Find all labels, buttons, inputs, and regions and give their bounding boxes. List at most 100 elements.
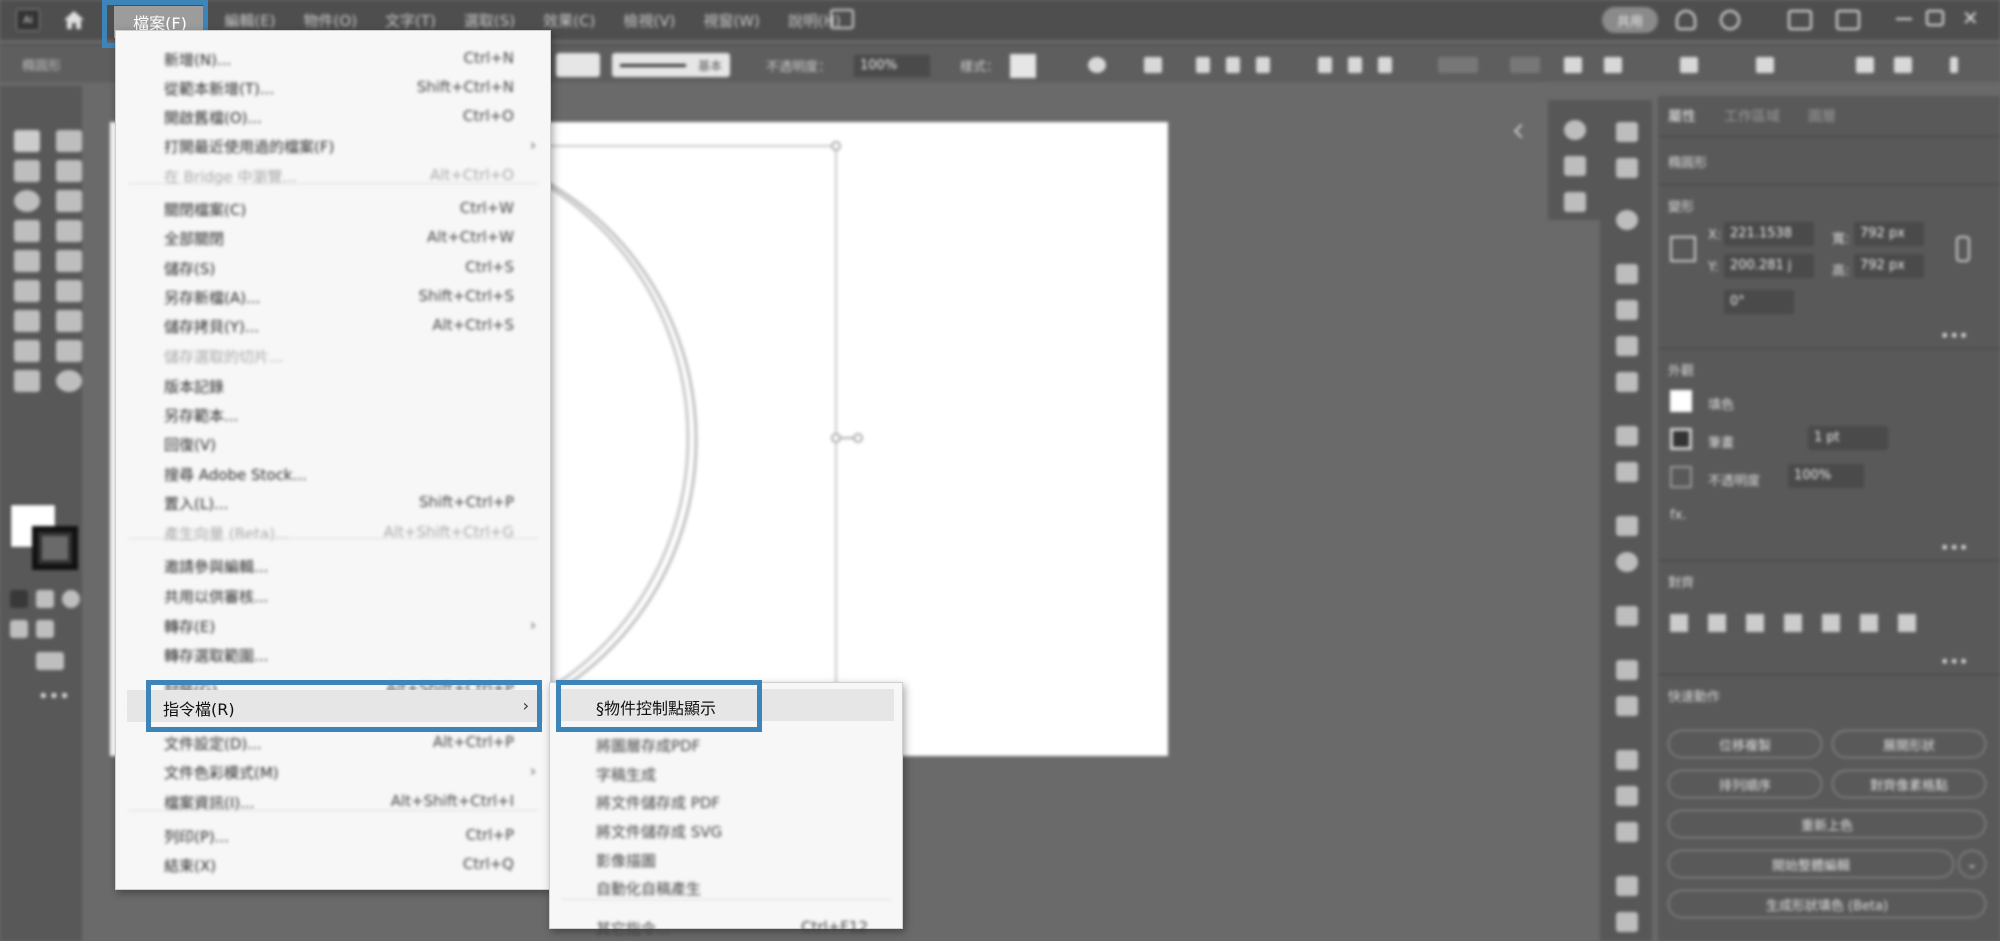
color-mode-icon[interactable] — [10, 590, 28, 608]
gradient-mode-icon[interactable] — [36, 590, 54, 608]
file-menu-item[interactable]: 新增(N)... Ctrl+N — [116, 44, 550, 73]
arrange-icon[interactable] — [1856, 57, 1874, 73]
share-button[interactable]: 共用 — [1602, 7, 1658, 33]
close-icon[interactable]: ✕ — [1962, 6, 1979, 30]
expand-shape-button[interactable]: 展開形狀 — [1832, 730, 1986, 758]
global-edit-options-button[interactable]: ⌄ — [1958, 850, 1986, 878]
opacity-input[interactable]: 100% — [854, 55, 930, 77]
submenu-item[interactable]: 字稿生成 — [550, 759, 902, 787]
file-menu-item[interactable]: 列印(P)... Ctrl+P — [116, 821, 550, 850]
tab-layers[interactable]: 圖層 — [1808, 106, 1836, 126]
submenu-item[interactable]: 將圖層存成PDF — [550, 730, 902, 758]
constrain-proportions-icon[interactable] — [1956, 236, 1970, 262]
file-menu-item[interactable]: 置入(L)... Shift+Ctrl+P — [116, 488, 550, 517]
stroke-swatch[interactable] — [32, 526, 78, 570]
appearance-panel-icon[interactable] — [1616, 552, 1638, 572]
glyphs-panel-icon[interactable] — [1616, 372, 1638, 392]
file-menu-item[interactable]: 版本記錄 — [116, 371, 550, 400]
fill-color-swatch[interactable] — [1670, 390, 1692, 412]
symbols-panel-icon[interactable] — [1616, 822, 1638, 842]
effects-label[interactable]: fx. — [1670, 508, 1686, 523]
pathfinder-panel-icon[interactable] — [1616, 696, 1638, 716]
submenu-item[interactable]: 自動化自稿產生 — [550, 873, 902, 901]
offset-path-button[interactable]: 位移複製 — [1668, 730, 1822, 758]
align-left-icon[interactable] — [1708, 614, 1726, 632]
menu-effect[interactable]: 效果(C) — [543, 10, 595, 31]
shape-builder-tool-icon[interactable] — [14, 340, 40, 362]
eyedropper-tool-icon[interactable] — [56, 280, 82, 302]
align-to-pixel-grid-button[interactable]: 對齊像素格點 — [1832, 770, 1986, 798]
panels-icon[interactable] — [1836, 10, 1860, 30]
panel-menu-icon[interactable] — [1950, 57, 1958, 73]
align-to-icon[interactable] — [1670, 614, 1688, 632]
menu-object[interactable]: 物件(O) — [304, 10, 358, 31]
height-input[interactable]: 792 px — [1854, 254, 1924, 278]
align-right-icon[interactable] — [1784, 614, 1802, 632]
minimize-icon[interactable] — [1896, 18, 1912, 20]
file-menu-item[interactable]: 另存新檔(A)... Shift+Ctrl+S — [116, 282, 550, 311]
file-menu-item[interactable]: 儲存(S) Ctrl+S — [116, 253, 550, 282]
crop-icon[interactable] — [1756, 57, 1774, 73]
submenu-item[interactable]: 將文件儲存成 SVG — [550, 816, 902, 844]
file-menu-item[interactable]: 搜尋 Adobe Stock... — [116, 459, 550, 488]
graphic-style-swatch[interactable] — [1010, 54, 1036, 78]
file-menu-item[interactable]: 關閉檔案(C) Ctrl+W — [116, 194, 550, 223]
paintbrush-tool-icon[interactable] — [56, 190, 82, 212]
artboard-tool-icon[interactable] — [56, 340, 82, 362]
align-hcenter-icon[interactable] — [1746, 614, 1764, 632]
align-vcenter-icon[interactable] — [1860, 614, 1878, 632]
width-input[interactable]: 792 px — [1854, 222, 1924, 246]
rotate-angle-input[interactable]: 0° — [1724, 290, 1794, 314]
align-to-icon[interactable] — [1144, 57, 1162, 73]
submenu-item[interactable]: 影像描圖 — [550, 845, 902, 873]
stroke-panel-icon[interactable] — [1616, 876, 1638, 896]
align-panel-icon[interactable] — [1616, 660, 1638, 680]
align-left-icon[interactable] — [1196, 57, 1210, 73]
home-icon[interactable] — [62, 9, 86, 31]
more-align-icon[interactable]: ••• — [1940, 652, 1968, 671]
menu-select[interactable]: 選取(S) — [464, 10, 515, 31]
tab-artboards[interactable]: 工作區域 — [1724, 106, 1780, 126]
gradient-panel-icon[interactable] — [1616, 912, 1638, 932]
pen-tool-icon[interactable] — [14, 160, 40, 182]
file-menu-item[interactable]: 轉存(E) › — [116, 611, 550, 640]
file-menu-item[interactable]: 文件色彩模式(M) › — [116, 757, 550, 786]
menu-window[interactable]: 視窗(W) — [703, 10, 760, 31]
restore-icon[interactable] — [1926, 10, 1944, 26]
opentype-panel-icon[interactable] — [1616, 336, 1638, 356]
stroke-color-swatch[interactable] — [1670, 428, 1692, 450]
zoom-tool-icon[interactable] — [56, 370, 82, 392]
tab-properties[interactable]: 屬性 — [1668, 106, 1696, 126]
stroke-weight-input[interactable]: 1 pt — [1808, 426, 1888, 450]
type-tool-icon[interactable] — [14, 220, 40, 242]
ellipse-tool-icon[interactable] — [14, 190, 40, 212]
more-appearance-icon[interactable]: ••• — [1940, 538, 1968, 557]
recolor-icon[interactable] — [1088, 57, 1106, 73]
curvature-tool-icon[interactable] — [56, 160, 82, 182]
start-global-edit-button[interactable]: 開始整體編輯 — [1668, 850, 1954, 878]
brushes-panel-icon[interactable] — [1616, 786, 1638, 806]
align-bottom-icon[interactable] — [1898, 614, 1916, 632]
draw-normal-icon[interactable] — [10, 620, 28, 638]
more-tools-icon[interactable]: ••• — [38, 686, 70, 707]
puppet-icon[interactable] — [1564, 156, 1586, 176]
y-input[interactable]: 200.281 j — [1724, 254, 1814, 278]
gradient-tool-icon[interactable] — [14, 280, 40, 302]
search-icon[interactable] — [1720, 10, 1740, 30]
x-input[interactable]: 221.1538 — [1724, 222, 1814, 246]
stroke-weight-field[interactable] — [556, 53, 600, 77]
warp-tool-icon[interactable] — [56, 310, 82, 332]
stroke-profile-dropdown[interactable]: 基本 — [612, 53, 730, 77]
recolor-button[interactable]: 重新上色 — [1668, 810, 1986, 838]
more-options-icon[interactable] — [1894, 57, 1912, 73]
club-symbol-icon[interactable] — [1564, 120, 1586, 140]
links-panel-icon[interactable] — [1616, 426, 1638, 446]
collapse-icon[interactable] — [1513, 123, 1529, 139]
submenu-item[interactable]: 其它指令... Ctrl+F12 — [550, 913, 902, 941]
file-menu-item[interactable]: 結束(X) Ctrl+Q — [116, 850, 550, 879]
submenu-item[interactable]: 將文件儲存成 PDF — [550, 787, 902, 815]
file-menu-item[interactable]: 儲存拷貝(Y)... Alt+Ctrl+S — [116, 311, 550, 340]
none-mode-icon[interactable] — [62, 590, 80, 608]
image-trace-panel-icon[interactable] — [1616, 462, 1638, 482]
assets-icon[interactable] — [1564, 192, 1586, 212]
